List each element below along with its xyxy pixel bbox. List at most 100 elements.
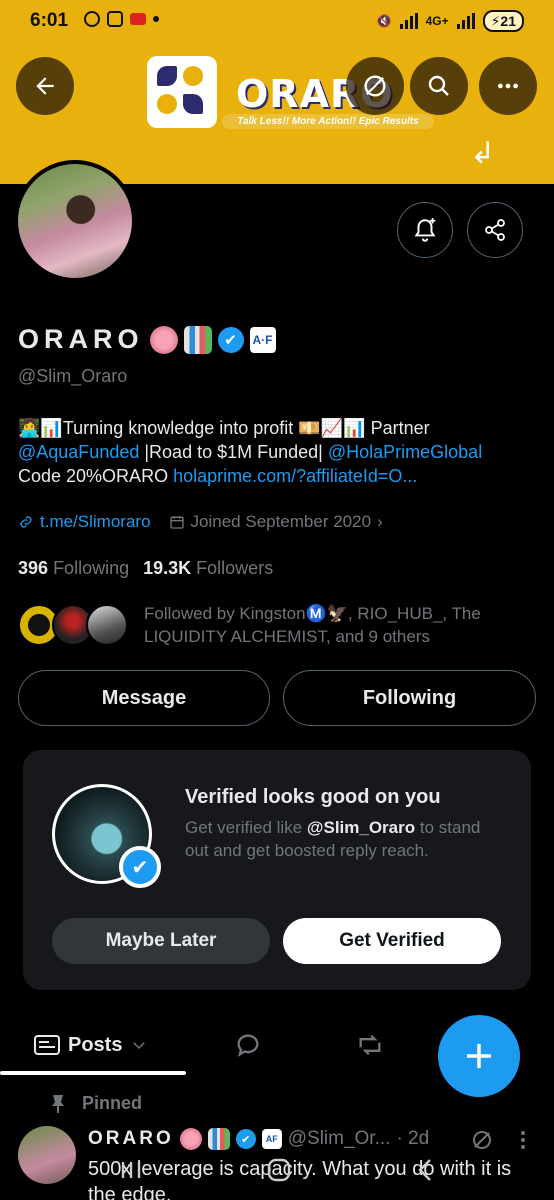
- followers-stat[interactable]: 19.3K Followers: [143, 558, 273, 579]
- share-icon: [485, 219, 505, 241]
- signal-icon: [399, 13, 418, 29]
- back-nav-button[interactable]: [413, 1156, 437, 1191]
- logo-shape: [157, 94, 177, 114]
- chevron-right-icon: ›: [377, 512, 383, 531]
- recent-apps-button[interactable]: [117, 1158, 145, 1189]
- joined-text: Joined September 2020: [190, 512, 372, 531]
- verified-desc-prefix: Get verified like: [185, 818, 303, 837]
- verified-promo-title: Verified looks good on you: [185, 786, 441, 808]
- search-icon: [428, 75, 449, 96]
- link-icon: [20, 516, 32, 528]
- logo-shape: [183, 66, 203, 86]
- battery-indicator: ⚡21: [482, 10, 524, 32]
- follow-stats: 396 Following 19.3K Followers: [18, 558, 273, 579]
- profile-avatar[interactable]: [14, 160, 136, 282]
- tab-posts[interactable]: Posts: [34, 1014, 148, 1076]
- brand-logo: [147, 56, 217, 128]
- back-button[interactable]: [16, 57, 74, 115]
- bio-link[interactable]: holaprime.com/?affiliateId=O...: [173, 466, 417, 486]
- followers-label: Followers: [196, 558, 274, 578]
- repost-icon: [359, 1034, 381, 1056]
- more-notifications-dot-icon: [153, 16, 159, 22]
- person-emoji-icon: 👩‍💻: [18, 418, 41, 438]
- pinned-label: Pinned: [82, 1093, 143, 1113]
- reply-bubble-icon: [237, 1034, 259, 1057]
- grok-icon: [364, 75, 386, 97]
- system-nav-bar: [0, 1146, 554, 1200]
- more-horizontal-icon: [498, 83, 518, 89]
- notify-button[interactable]: [397, 202, 453, 258]
- bio-text-1: Turning knowledge into profit: [62, 418, 294, 438]
- followed-by[interactable]: Followed by KingstonⓂ️🦅, RIO_HUB_, The L…: [18, 600, 542, 650]
- arrow-doodle-icon: ↲: [470, 137, 496, 170]
- avatar-image: [18, 164, 132, 278]
- shield-notification-icon: [84, 11, 100, 27]
- money-emoji-icon: 💴: [298, 418, 321, 438]
- screenshot-notification-icon: [107, 11, 123, 27]
- tab-reposts[interactable]: [356, 1014, 384, 1076]
- display-name: ORARO: [18, 324, 144, 354]
- followers-count: 19.3K: [143, 558, 192, 578]
- back-chevron-icon: [418, 1158, 431, 1181]
- tab-posts-label: Posts: [68, 1033, 123, 1056]
- website-link[interactable]: t.me/Slimoraro: [18, 512, 151, 532]
- search-button[interactable]: [410, 57, 468, 115]
- trend-emoji-icon: 📈: [320, 418, 344, 438]
- affiliate-badge[interactable]: A·F: [249, 326, 276, 353]
- share-button[interactable]: [467, 202, 523, 258]
- mention-holaprime[interactable]: @HolaPrimeGlobal: [328, 442, 482, 462]
- verified-promo-card: ✔ Verified looks good on you Get verifie…: [23, 750, 531, 990]
- following-label: Following: [53, 558, 130, 578]
- get-verified-button[interactable]: Get Verified: [283, 918, 501, 964]
- chart-emoji-icon: [183, 325, 212, 354]
- more-button[interactable]: [479, 57, 537, 115]
- following-button[interactable]: Following: [283, 670, 536, 726]
- mention-aquafunded[interactable]: @AquaFunded: [18, 442, 139, 462]
- signal-icon-2: [456, 13, 475, 29]
- verified-check-icon: ✔: [119, 846, 161, 888]
- verified-promo-description: Get verified like @Slim_Oraro to stand o…: [185, 816, 505, 862]
- follower-avatar: [86, 604, 128, 646]
- profile-handle: @Slim_Oraro: [18, 366, 128, 386]
- compose-button[interactable]: [438, 1015, 520, 1097]
- profile-bio: 👩‍💻📊Turning knowledge into profit 💴📈📊 Pa…: [18, 416, 542, 488]
- verified-desc-handle: @Slim_Oraro: [306, 818, 416, 837]
- calendar-icon: [169, 516, 184, 529]
- message-button[interactable]: Message: [18, 670, 270, 726]
- followed-by-text: Followed by KingstonⓂ️🦅, RIO_HUB_, The L…: [144, 604, 481, 646]
- posts-icon: [34, 1035, 60, 1055]
- bell-plus-icon: [414, 218, 436, 242]
- verified-badge-icon[interactable]: ✔: [217, 326, 244, 353]
- profile-name: ORARO ✔ A·F: [18, 324, 276, 355]
- bio-code-text: Code 20%ORARO: [18, 466, 169, 486]
- battery-level: 21: [500, 13, 516, 29]
- system-icons: 🔇 4G+ ⚡21: [377, 10, 524, 32]
- bio-mid-text: |Road to $1M Funded|: [144, 442, 323, 462]
- following-stat[interactable]: 396 Following: [18, 558, 129, 579]
- active-tab-indicator: [0, 1071, 186, 1075]
- brain-emoji-icon: [149, 325, 178, 354]
- home-button[interactable]: [265, 1156, 293, 1191]
- bio-partner-text: Partner: [370, 418, 430, 438]
- joined-date[interactable]: Joined September 2020 ›: [169, 512, 383, 532]
- chevron-down-icon: [133, 1042, 146, 1050]
- pin-icon: [52, 1094, 64, 1113]
- grok-button[interactable]: [346, 57, 404, 115]
- following-count: 396: [18, 558, 49, 578]
- tab-replies[interactable]: [234, 1014, 262, 1076]
- status-bar: 6:01 🔇 4G+ ⚡21: [0, 0, 554, 44]
- recents-icon: [121, 1161, 141, 1178]
- pinned-indicator: Pinned: [50, 1093, 142, 1114]
- mute-icon: 🔇: [376, 14, 392, 28]
- logo-shape: [183, 94, 203, 114]
- arrow-left-icon: [36, 77, 54, 95]
- website-text[interactable]: t.me/Slimoraro: [40, 512, 151, 532]
- maybe-later-button[interactable]: Maybe Later: [52, 918, 270, 964]
- home-icon: [267, 1158, 291, 1181]
- status-time: 6:01: [30, 10, 69, 31]
- profile-meta: t.me/Slimoraro Joined September 2020 ›: [18, 512, 383, 532]
- youtube-notification-icon: [130, 13, 146, 25]
- logo-shape: [157, 66, 177, 86]
- chart-emoji-icon: 📊: [40, 418, 63, 438]
- notification-icons: [84, 11, 159, 27]
